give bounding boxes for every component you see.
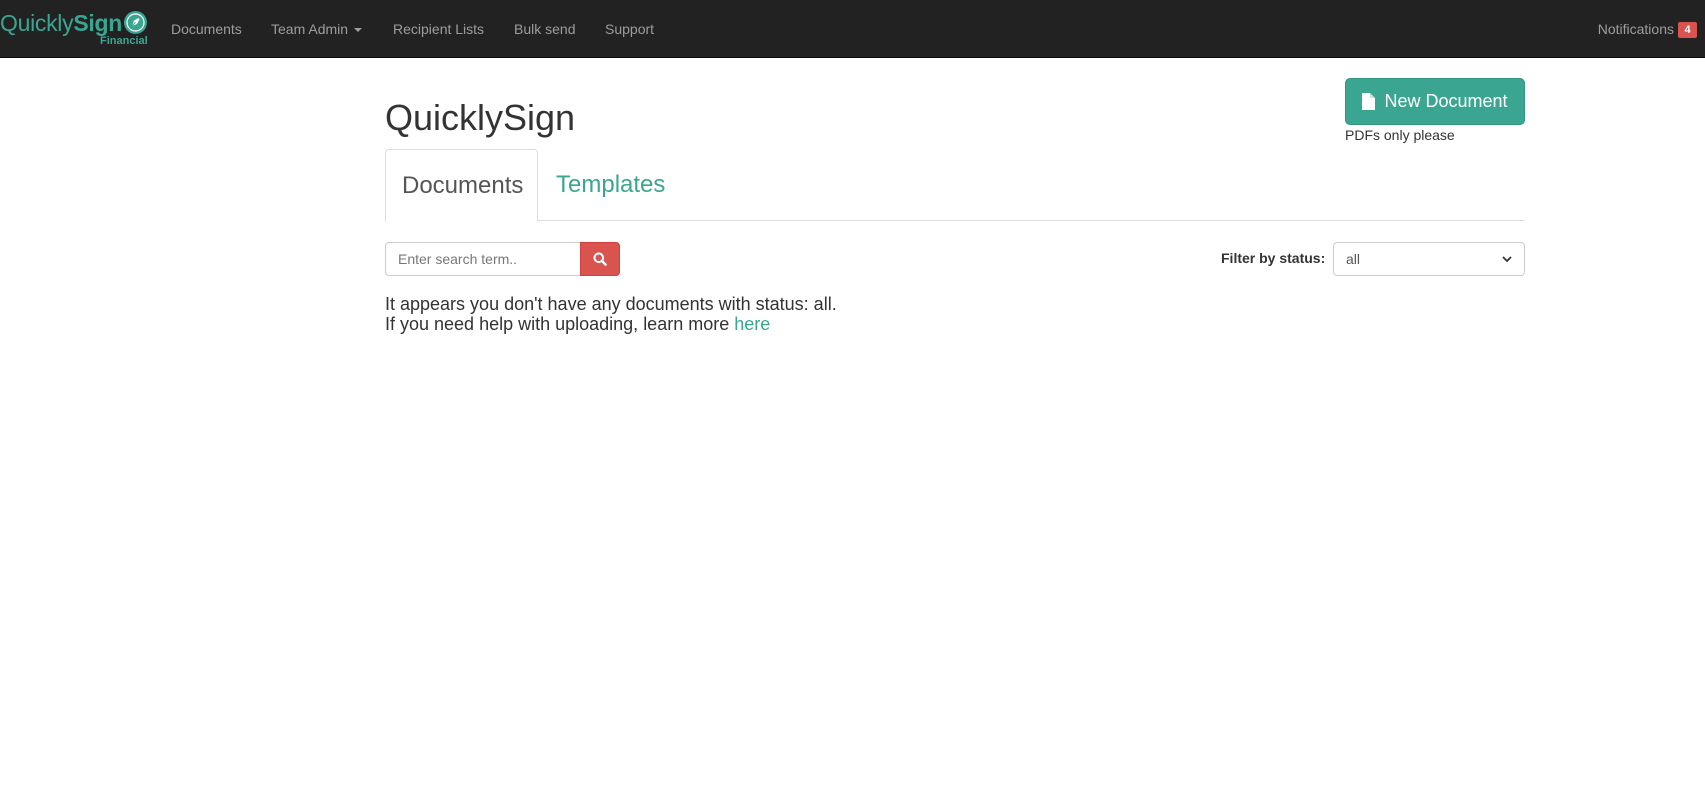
empty-state-line1: It appears you don't have any documents … [385,294,837,314]
file-icon [1362,93,1376,110]
nav-documents-label: Documents [171,21,242,37]
brand-name-bold: Sign [73,10,122,36]
top-navbar: QuicklySign Financial Documents Team Adm… [0,0,1705,58]
tab-templates-label: Templates [556,171,666,198]
new-document-button[interactable]: New Document [1345,78,1525,125]
empty-state-message: It appears you don't have any documents … [385,294,837,334]
nav-support-label: Support [605,21,655,37]
brand-name: QuicklySign [0,10,122,36]
filter-status-label: Filter by status: [1221,250,1326,266]
brand-name-light: Quickly [0,10,74,36]
nav-bulk-send[interactable]: Bulk send [514,20,575,38]
tab-documents-label: Documents [402,171,524,199]
status-filter-select[interactable]: all [1333,242,1525,276]
pdf-only-note: PDFs only please [1345,127,1455,143]
nav-notifications[interactable]: Notifications 4 [1598,20,1697,38]
brand-logo-link[interactable]: QuicklySign Financial [0,8,150,50]
chevron-down-icon [1502,255,1512,262]
nav-documents[interactable]: Documents [171,20,242,38]
main-container: QuicklySign New Document PDFs only pleas… [385,58,1525,758]
nav-bulk-send-label: Bulk send [514,21,576,37]
help-link[interactable]: here [734,314,770,334]
notifications-label: Notifications [1597,21,1674,37]
empty-state-line2: If you need help with uploading, learn m… [385,314,837,334]
tab-templates[interactable]: Templates [540,149,681,221]
nav-support[interactable]: Support [605,20,654,38]
document-tabs: Documents Templates [385,149,1525,222]
help-text: If you need help with uploading, learn m… [385,314,735,334]
nav-recipient-lists-label: Recipient Lists [393,21,485,37]
search-icon [593,252,607,266]
nav-team-admin-dropdown[interactable]: Team Admin [271,20,363,38]
status-filter-value: all [1346,251,1361,267]
brand-subtitle: Financial [100,35,148,47]
tab-documents[interactable]: Documents [385,149,538,222]
search-button[interactable] [580,242,620,276]
caret-down-icon [354,28,363,33]
notifications-count-badge: 4 [1678,22,1697,38]
page-title: QuicklySign [385,97,576,138]
search-input[interactable] [385,242,581,276]
nav-recipient-lists[interactable]: Recipient Lists [393,20,484,38]
pen-nib-icon [124,11,147,34]
new-document-label: New Document [1384,91,1508,111]
nav-team-admin-label: Team Admin [271,21,349,37]
